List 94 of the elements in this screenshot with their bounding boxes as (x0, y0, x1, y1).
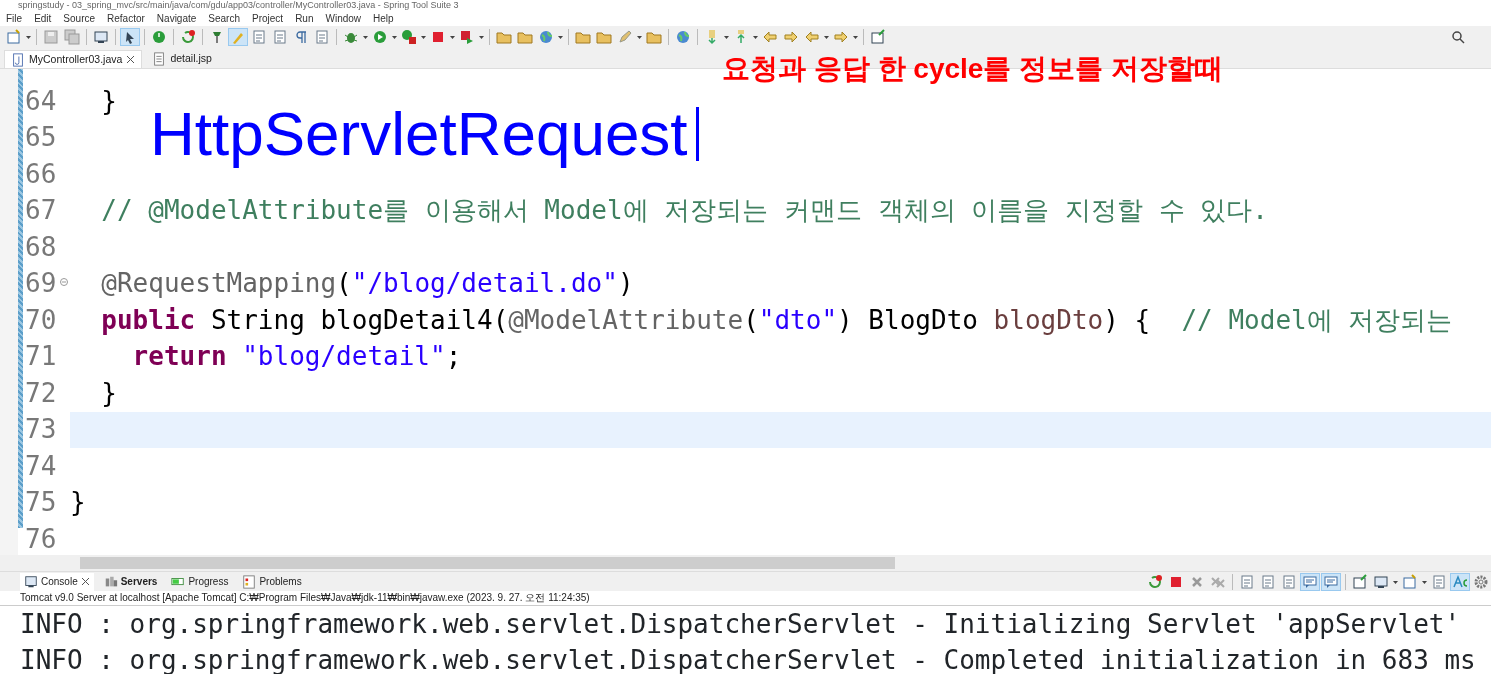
save-all-icon (64, 29, 80, 45)
run-icon (372, 29, 388, 45)
problems-icon (242, 574, 257, 589)
close-icon[interactable] (80, 577, 90, 586)
menu-item[interactable]: Window (325, 11, 362, 26)
code-line: @RequestMapping("/blog/detail.do") (100, 267, 634, 301)
refresh-icon (180, 29, 196, 45)
back-arrow-icon (762, 29, 778, 45)
line-number: 71 (24, 340, 58, 374)
console-icon (24, 574, 38, 589)
search-icon[interactable] (1451, 30, 1465, 44)
menu-item[interactable]: Navigate (156, 11, 197, 26)
code-line: // @ModelAttribute를 이용해서 Model에 저장되는 커맨드 객체의 이름을 지정할 수 있다. (100, 194, 1268, 228)
menu-item[interactable]: Refactor (107, 11, 145, 26)
toolbar-button[interactable] (91, 28, 111, 46)
monitor-icon (1373, 573, 1389, 590)
code-line: } (100, 84, 117, 118)
line-number: 67 (24, 194, 58, 228)
line-number: 68 (24, 230, 58, 264)
line-number: 66 (24, 157, 58, 191)
deploy-icon (459, 29, 475, 45)
servers-icon (103, 574, 118, 589)
code-line: public String blogDetail4(@ModelAttribute("dto") BlogDto blogDto) { // Model에 저장되는 (100, 303, 1453, 337)
tab[interactable]: Progress (167, 572, 233, 591)
text-cursor (695, 107, 699, 161)
globe-icon (538, 29, 554, 45)
monitor-icon (93, 29, 109, 45)
menu-item[interactable]: Edit (34, 11, 52, 26)
folder-icon (575, 29, 591, 45)
folder-icon (517, 29, 533, 45)
settings-icon (1473, 573, 1489, 590)
pen-icon (617, 29, 633, 45)
line-number: 70 (24, 303, 58, 337)
menu-item[interactable]: Help (373, 11, 394, 26)
line-number: 69 (23, 264, 70, 304)
document-icon (1431, 573, 1447, 590)
line-number: 65 (24, 121, 58, 155)
new-file-icon (1402, 573, 1418, 590)
folder-icon (596, 29, 612, 45)
line-number: 75 (24, 486, 58, 520)
toolbar-button[interactable] (120, 28, 140, 46)
pilcrow-icon (293, 29, 309, 45)
tab[interactable]: Problems (238, 572, 306, 591)
jsp-file-icon (152, 52, 167, 66)
document-icon (1239, 573, 1255, 590)
forward-arrow-icon (783, 29, 799, 45)
line-number: 64 (24, 84, 58, 118)
folder-icon (646, 29, 662, 45)
stop-icon (430, 29, 446, 45)
fold-icon[interactable] (60, 278, 68, 287)
console-line: INFO : org.springframework.web.servlet.DispatcherServlet - Initializing Servlet 'appServlet' (20, 608, 1462, 641)
line-number: 74 (24, 449, 58, 483)
menu-item[interactable]: Search (208, 11, 240, 26)
power-icon (151, 29, 167, 45)
document-icon (272, 29, 288, 45)
tab[interactable]: Servers (99, 572, 162, 591)
menu-item[interactable]: Source (63, 11, 96, 26)
console-icon (1323, 573, 1339, 590)
console-description: Tomcat v9.0 Server at localhost [Apache Tomcat] C:₩Program Files₩Java₩jdk-11₩bin₩javaw.exe (2023. 9. 27. 오전 11:24:35) (19, 591, 591, 605)
menu-item[interactable]: Project (252, 11, 284, 26)
content-assist-icon (1452, 573, 1468, 590)
menu-item[interactable]: File (6, 11, 23, 26)
document-icon (1281, 573, 1297, 590)
open-window-icon (870, 29, 886, 45)
document-icon (251, 29, 267, 45)
line-number: 76 (24, 522, 58, 556)
tab[interactable]: detail.jsp (146, 50, 218, 68)
document-icon (1260, 573, 1276, 590)
open-window-icon (1352, 573, 1368, 590)
toolbar-button[interactable] (399, 28, 419, 46)
folder-icon (496, 29, 512, 45)
save-icon (43, 29, 59, 45)
line-number: 72 (24, 376, 58, 410)
back-arrow-icon (804, 29, 820, 45)
console-icon (1302, 573, 1318, 590)
menu-item[interactable]: Run (295, 11, 314, 26)
tab[interactable]: Console (20, 572, 94, 591)
new-file-icon (6, 29, 22, 45)
document-icon (314, 29, 330, 45)
close-icon[interactable] (126, 55, 136, 64)
code-line: } (100, 376, 117, 410)
annotation-text: 요청과 응답 한 cycle를 정보를 저장할때 (722, 53, 1223, 86)
scrollbar-thumb[interactable] (80, 557, 895, 569)
line-number: 73 (24, 413, 58, 447)
globe-icon (675, 29, 691, 45)
window-title: springstudy - 03_spring_mvc/src/main/java/com/gdu/app03/controller/MyController03.java - Spring Tool Suite 3 (18, 0, 459, 10)
tab[interactable]: MyController03.java (4, 50, 143, 68)
run-tool-icon (401, 29, 417, 45)
forward-arrow-icon (833, 29, 849, 45)
refresh-icon (1147, 573, 1163, 590)
annotation-text: HttpServletRequest (150, 99, 688, 168)
code-line: } (70, 486, 86, 520)
console-line: INFO : org.springframework.web.servlet.DispatcherServlet - Completed initialization in 683 ms (20, 644, 1477, 674)
code-line: return "blog/detail"; (131, 340, 462, 374)
